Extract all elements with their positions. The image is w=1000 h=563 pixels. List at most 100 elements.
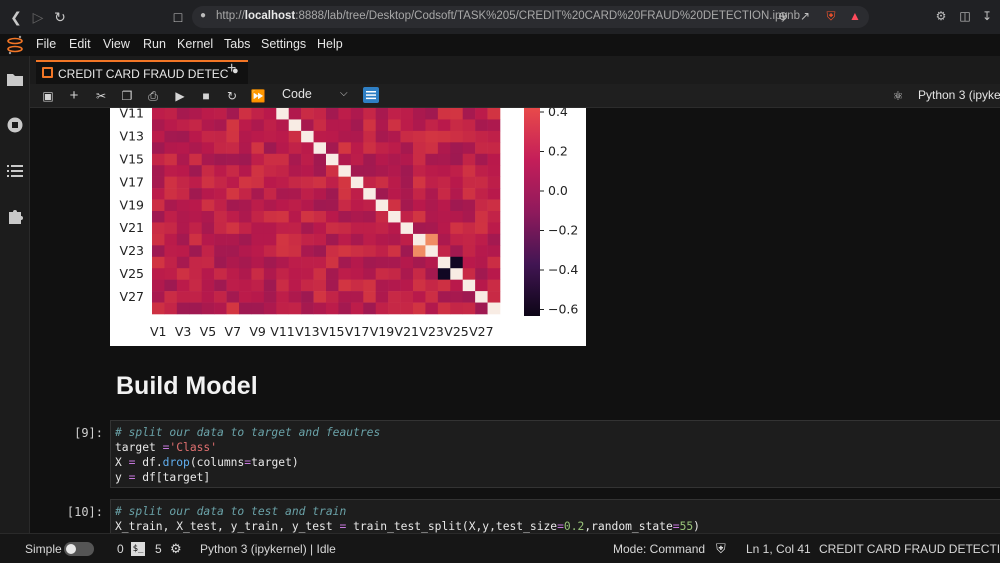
share-icon[interactable]: ↗ (798, 9, 812, 23)
heatmap-cell (375, 153, 389, 166)
heatmap-cell (276, 256, 290, 269)
chevron-down-icon[interactable]: ⌵ (340, 88, 348, 99)
back-icon[interactable]: ❮ (8, 9, 24, 25)
heatmap-cell (425, 188, 439, 200)
property-inspector-icon[interactable] (363, 87, 379, 103)
heatmap-cell (276, 119, 290, 132)
heatmap-cell (475, 233, 488, 246)
heatmap-cell (313, 119, 327, 132)
reload-icon[interactable]: ↻ (52, 9, 68, 25)
running-kernels-icon[interactable] (6, 116, 24, 134)
heatmap-cell (350, 108, 364, 120)
heatmap-cell (425, 130, 439, 143)
heatmap-cell (425, 233, 439, 246)
heatmap-cell (239, 245, 252, 258)
heatmap-cell (214, 222, 227, 235)
menu-settings[interactable]: Settings (261, 37, 306, 51)
heatmap-cell (164, 268, 178, 280)
heatmap-cell (326, 233, 339, 246)
heatmap-cell (301, 256, 314, 269)
restart-run-all-icon[interactable]: ⏩ (250, 88, 266, 104)
heatmap-cell (363, 119, 377, 132)
heatmap-cell (388, 245, 401, 258)
menu-run[interactable]: Run (143, 37, 166, 51)
heatmap-cell (462, 268, 476, 280)
brave-shield-icon[interactable]: ⛨ (824, 9, 838, 23)
heatmap-cell (413, 188, 426, 200)
heatmap-cell (176, 211, 190, 223)
heatmap-cell (338, 153, 352, 166)
menu-view[interactable]: View (103, 37, 130, 51)
new-tab-icon[interactable]: + (227, 61, 236, 77)
insert-cell-icon[interactable]: + (66, 88, 82, 104)
heatmap-cell (363, 211, 377, 223)
table-of-contents-icon[interactable] (6, 162, 24, 180)
url-text: http://localhost:8888/lab/tree/Desktop/C… (216, 10, 800, 22)
folder-icon[interactable] (6, 70, 24, 88)
heatmap-cell (201, 108, 215, 120)
heatmap-cell (338, 233, 352, 246)
menu-kernel[interactable]: Kernel (177, 37, 213, 51)
menu-tabs[interactable]: Tabs (224, 37, 250, 51)
heatmap-cell (239, 256, 252, 269)
paste-icon[interactable]: ⎙ (145, 88, 161, 104)
address-bar[interactable]: ● http://localhost:8888/lab/tree/Desktop… (192, 6, 869, 28)
kernel-status[interactable]: Python 3 (ipykernel) | Idle (200, 542, 336, 556)
debugger-bug-icon[interactable]: ⚛ (890, 88, 906, 104)
terminal-icon[interactable]: $_ (131, 542, 145, 556)
forward-icon[interactable]: ▷ (30, 9, 46, 25)
cut-icon[interactable]: ✂ (93, 88, 109, 104)
heatmap-cell (400, 142, 414, 155)
sidebar-toggle-icon[interactable]: ◫ (958, 9, 972, 23)
menu-help[interactable]: Help (317, 37, 343, 51)
stop-icon[interactable]: ■ (198, 88, 214, 104)
heatmap-cell (176, 153, 190, 166)
save-icon[interactable]: ▣ (40, 88, 56, 104)
heatmap-cell (413, 130, 426, 143)
heatmap-cell (475, 279, 488, 292)
heatmap-cell (301, 222, 314, 235)
brave-rewards-icon[interactable]: ▲ (848, 9, 862, 23)
cursor-position[interactable]: Ln 1, Col 41 (746, 542, 811, 556)
run-icon[interactable]: ▶ (172, 88, 188, 104)
simple-mode-toggle[interactable] (64, 542, 94, 556)
heatmap-cell (400, 256, 414, 269)
code-cell[interactable]: # split our data to test and train X_tra… (110, 499, 1000, 533)
code-cell[interactable]: # split our data to target and feautres … (110, 420, 1000, 488)
menu-edit[interactable]: Edit (69, 37, 91, 51)
extension-puzzle-icon[interactable] (6, 207, 24, 225)
heatmap-cell (338, 165, 352, 177)
heatmap-cell (350, 130, 364, 143)
cell-type-select[interactable]: Code (282, 87, 312, 101)
heatmap-cell (363, 279, 377, 292)
notebook-panel[interactable]: V11 V13 V15 V17 V19 V21 V23 V25 V27 V1 V3 V5 V7 V9 V11… (31, 108, 1000, 533)
download-icon[interactable]: ↧ (980, 9, 994, 23)
menu-file[interactable]: File (36, 37, 56, 51)
tab-notebook[interactable]: CREDIT CARD FRAUD DETEC ● (36, 60, 248, 84)
extensions-icon[interactable]: ⚙ (934, 9, 948, 23)
site-info-icon[interactable]: ● (200, 10, 206, 21)
heatmap-cell (263, 130, 277, 143)
bookmark-icon[interactable]: □ (170, 9, 186, 25)
restart-icon[interactable]: ↻ (224, 88, 240, 104)
heatmap-cell (276, 233, 290, 246)
heatmap-cell (425, 291, 439, 303)
heatmap-cell (375, 119, 389, 132)
heatmap-cell (189, 142, 203, 155)
heatmap-cell (313, 153, 327, 166)
heatmap-cell (288, 176, 302, 189)
browser-bar: ❮ ▷ ↻ □ ● http://localhost:8888/lab/tree… (0, 0, 1000, 34)
heatmap-cell (437, 199, 451, 212)
zoom-icon[interactable]: ⊕ (776, 9, 790, 23)
shield-icon[interactable]: ⛨ (716, 541, 726, 557)
heatmap-cell (189, 279, 203, 292)
heatmap-cell (201, 165, 215, 177)
kernel-gear-icon[interactable]: ⚙ (170, 541, 182, 557)
heatmap-cell (288, 153, 302, 166)
heatmap-cell (338, 222, 352, 235)
heatmap-cell (189, 233, 203, 246)
kernel-name[interactable]: Python 3 (ipyker (918, 88, 1000, 102)
heatmap-cell (413, 302, 426, 315)
heatmap-cell (226, 302, 240, 315)
copy-icon[interactable]: ❐ (119, 88, 135, 104)
